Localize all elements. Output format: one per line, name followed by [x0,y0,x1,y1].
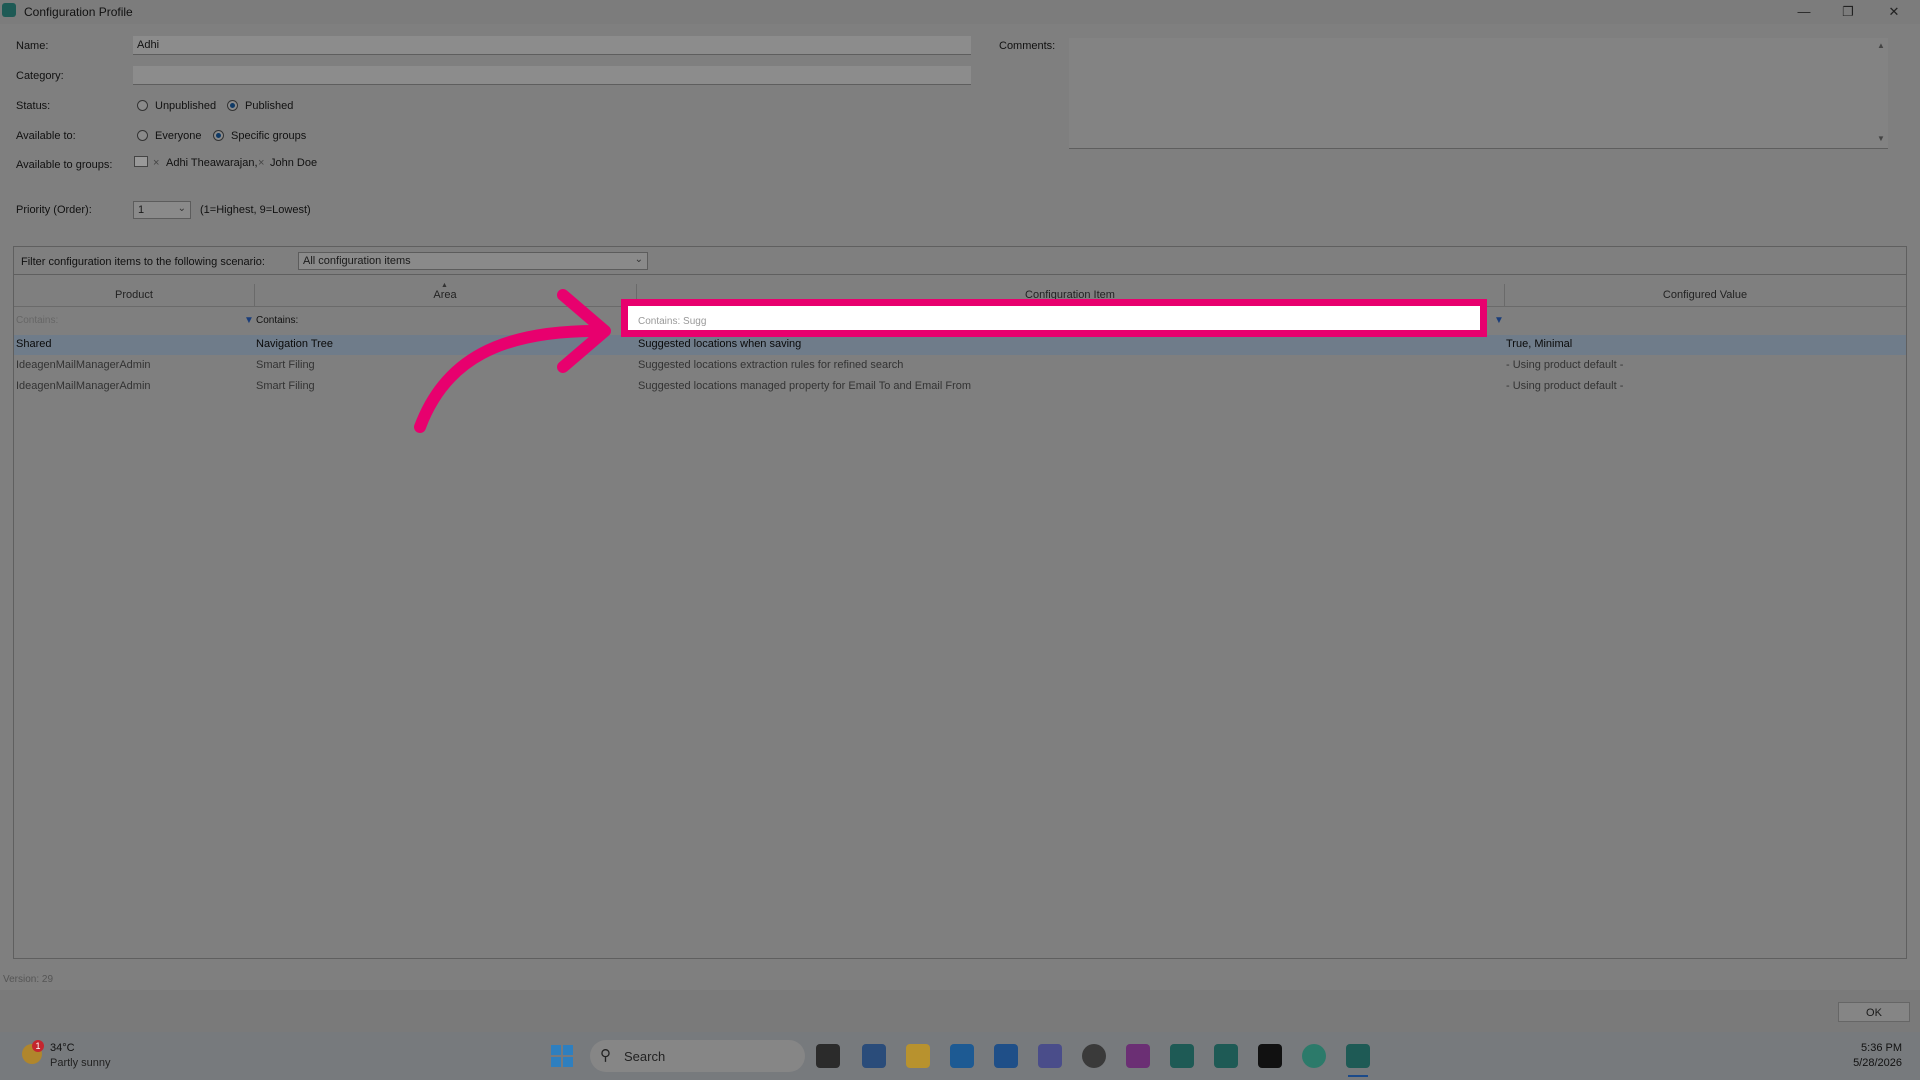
config-profile-app-icon[interactable] [1346,1044,1370,1068]
outlook-new-icon[interactable] [994,1044,1018,1068]
comments-label: Comments: [999,40,1056,52]
taskbar-search[interactable]: ⚲ Search [590,1040,805,1072]
table-row[interactable]: IdeagenMailManagerAdmin Smart Filing Sug… [14,377,1906,397]
cell-area: Smart Filing [256,359,315,371]
category-label: Category: [16,70,64,82]
cell-product: IdeagenMailManagerAdmin [16,380,151,392]
teams-icon[interactable] [1038,1044,1062,1068]
name-field[interactable]: Adhi [133,36,971,55]
clock-time[interactable]: 5:36 PM [1840,1042,1902,1054]
column-header-product[interactable]: Product [14,284,255,306]
filter-icon[interactable]: ▼ [1494,315,1504,326]
groups-label: Available to groups: [16,159,113,171]
dialog-footer [0,990,1920,1032]
annotation-arrow-icon [414,289,611,433]
ok-button[interactable]: OK [1838,1002,1910,1022]
outlook-icon[interactable] [950,1044,974,1068]
group-chip: John Doe [270,157,318,169]
status-unpublished-radio[interactable] [137,100,148,111]
comments-scrollbar[interactable]: ▲ ▼ [1874,38,1888,148]
filter-item-value: Contains: Sugg [638,316,707,327]
available-everyone-label[interactable]: Everyone [155,130,201,142]
cell-item: Suggested locations when saving [638,338,802,350]
file-explorer-icon[interactable] [906,1044,930,1068]
priority-select[interactable]: 1 ⌄ [133,201,191,219]
scenario-label: Filter configuration items to the follow… [21,256,265,268]
name-value: Adhi [137,39,160,51]
snipping-icon[interactable] [1258,1044,1282,1068]
filter-area[interactable]: Contains: [256,315,298,326]
cell-area: Smart Filing [256,380,315,392]
remove-group-icon[interactable]: × [258,157,264,169]
cell-value: - Using product default - [1506,359,1624,371]
task-view-icon[interactable] [816,1044,840,1068]
available-specific-radio[interactable] [213,130,224,141]
column-header-configured-value[interactable]: Configured Value [1504,284,1906,306]
address-book-icon[interactable] [134,156,148,167]
window-title: Configuration Profile [24,5,133,19]
close-icon[interactable]: ✕ [1874,2,1914,22]
notification-badge: 1 [32,1040,44,1052]
available-specific-label[interactable]: Specific groups [231,130,306,142]
scenario-value: All configuration items [303,255,411,267]
status-unpublished-label[interactable]: Unpublished [155,100,216,112]
cell-item: Suggested locations extraction rules for… [638,359,904,371]
cell-product: Shared [16,338,52,350]
minimize-icon[interactable]: — [1784,2,1824,22]
cell-value: - Using product default - [1506,380,1624,392]
scenario-bar: Filter configuration items to the follow… [13,246,1907,275]
priority-hint: (1=Highest, 9=Lowest) [200,204,311,216]
active-app-indicator [1348,1075,1368,1077]
chevron-down-icon: ⌄ [177,203,186,214]
available-everyone-radio[interactable] [137,130,148,141]
app-icon [2,3,16,17]
status-published-radio[interactable] [227,100,238,111]
search-icon: ⚲ [600,1047,611,1064]
restore-icon[interactable]: ❐ [1828,2,1868,22]
category-field[interactable] [133,66,971,85]
table-row[interactable]: IdeagenMailManagerAdmin Smart Filing Sug… [14,356,1906,376]
start-icon[interactable] [551,1045,573,1067]
cell-area: Navigation Tree [256,338,334,350]
group-chip: Adhi Theawarajan, [166,157,258,169]
comments-field[interactable]: ▲ ▼ [1069,38,1888,149]
name-label: Name: [16,40,49,52]
search-placeholder: Search [624,1049,666,1064]
cell-product: IdeagenMailManagerAdmin [16,359,151,371]
scroll-down-icon[interactable]: ▼ [1877,134,1885,143]
edge-icon[interactable] [1302,1044,1326,1068]
filter-product[interactable]: Contains: [16,315,58,326]
available-label: Available to: [16,130,76,142]
weather-temp[interactable]: 34°C [50,1042,75,1054]
filter-icon[interactable]: ▼ [244,315,254,326]
scenario-select[interactable]: All configuration items ⌄ [298,252,648,270]
clock-date[interactable]: 5/28/2026 [1830,1057,1902,1069]
cell-value: True, Minimal [1506,338,1573,350]
title-bar: Configuration Profile — ❐ ✕ [0,0,1920,24]
status-label: Status: [16,100,51,112]
scroll-up-icon[interactable]: ▲ [1877,41,1885,50]
priority-label: Priority (Order): [16,204,92,216]
remove-group-icon[interactable]: × [153,157,159,169]
version-label: Version: 29 [3,974,54,985]
store-icon[interactable] [862,1044,886,1068]
weather-desc[interactable]: Partly sunny [50,1057,111,1069]
table-row[interactable]: Shared Navigation Tree Suggested locatio… [14,335,1906,355]
status-published-label[interactable]: Published [245,100,293,112]
onenote-icon[interactable] [1126,1044,1150,1068]
mailmanager-admin-icon[interactable] [1214,1044,1238,1068]
chatgpt-icon[interactable] [1082,1044,1106,1068]
cell-item: Suggested locations managed property for… [638,380,972,392]
filter-configuration-item-input[interactable]: Contains: Sugg [621,299,1487,337]
mailmanager-icon[interactable] [1170,1044,1194,1068]
priority-value: 1 [138,204,145,216]
chevron-down-icon: ⌄ [634,254,643,265]
